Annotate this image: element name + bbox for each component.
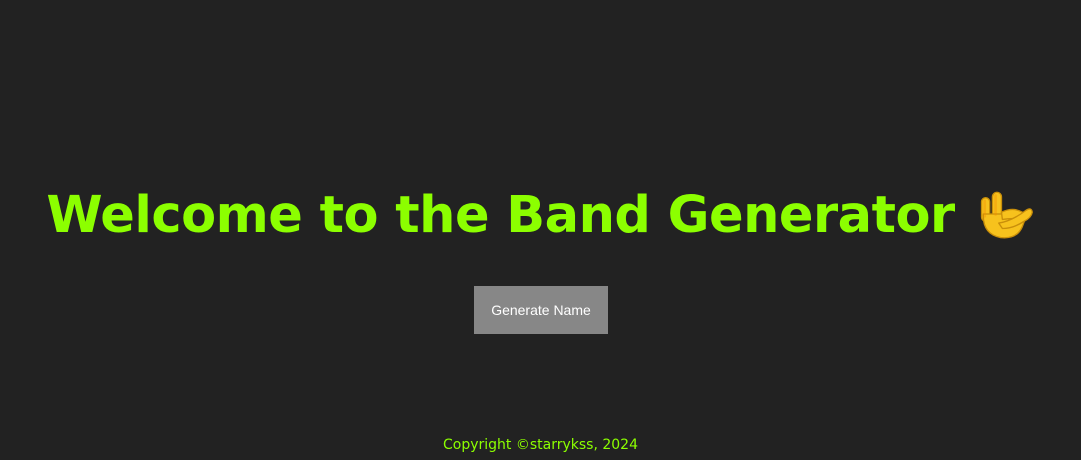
sign-of-the-horns-icon bbox=[977, 185, 1035, 243]
footer-copyright: Copyright ©starrykss, 2024 bbox=[443, 437, 638, 453]
heading-row: Welcome to the Band Generator bbox=[0, 178, 1081, 258]
generate-name-button[interactable]: Generate Name bbox=[474, 286, 608, 334]
page-title-text: Welcome to the Band Generator bbox=[46, 186, 955, 245]
page-title: Welcome to the Band Generator bbox=[46, 189, 1034, 247]
